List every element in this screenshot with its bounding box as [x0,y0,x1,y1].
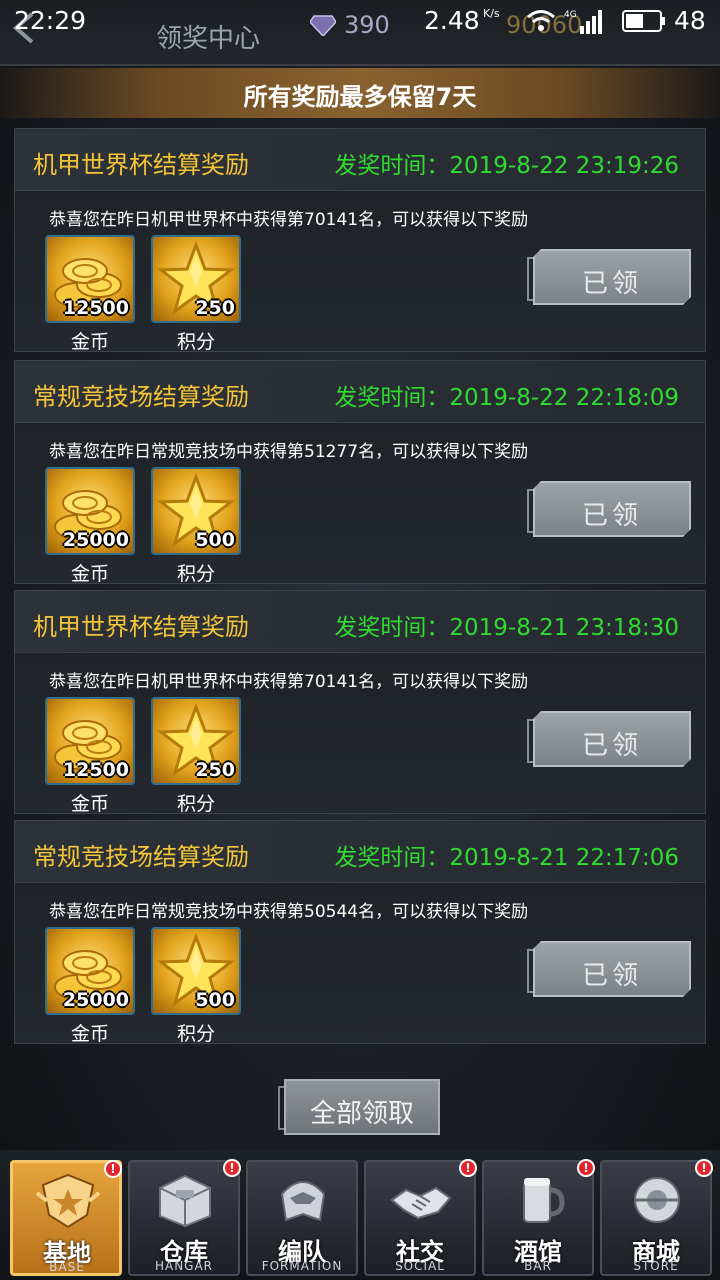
reward-item[interactable]: 500 [151,927,241,1015]
button-bracket [527,257,533,301]
bar-mug-icon [506,1170,572,1230]
nav-tab-bar[interactable]: 酒馆 BAR! [482,1159,595,1276]
item-quantity: 25000 [62,989,129,1011]
claimed-button[interactable]: 已领 [533,711,691,767]
item-name: 积分 [176,563,215,585]
item-name: 金币 [70,331,109,353]
reward-description: 恭喜您在昨日机甲世界杯中获得第70141名，可以获得以下奖励 [49,672,529,692]
alert-badge: ! [695,1159,713,1177]
item-name: 积分 [176,793,215,815]
alert-badge: ! [459,1159,477,1177]
reward-card: 机甲世界杯结算奖励 发奖时间：2019-8-22 23:19:26 恭喜您在昨日机甲… [14,128,706,353]
reward-item[interactable]: 12500 [45,235,135,323]
alert-badge: ! [104,1160,122,1178]
claimed-label: 已领 [581,269,642,299]
button-bracket [527,489,533,533]
nav-tab-base[interactable]: 基地 BASE! [10,1160,122,1276]
nav-tab-formation[interactable]: 编队 FORMATION [246,1160,358,1276]
reward-item[interactable]: 250 [151,235,241,323]
reward-card: 机甲世界杯结算奖励 发奖时间：2019-8-21 23:18:30 恭喜您在昨日机甲… [14,590,706,815]
item-quantity: 12500 [62,297,129,319]
reward-card: 常规竞技场结算奖励 发奖时间：2019-8-21 22:17:06 恭喜您在昨日常规… [14,820,706,1045]
gem-count: 390 [344,11,390,39]
battery-icon [622,10,665,32]
net-speed: 2.48 [424,6,480,35]
notice-banner: 所有奖励最多保留7天 [0,68,720,118]
signal-icon: 4G [564,10,602,34]
nav-tab-social[interactable]: 社交 SOCIAL! [364,1159,477,1276]
store-orb-icon [624,1170,690,1230]
reward-card: 常规竞技场结算奖励 发奖时间：2019-8-22 22:18:09 恭喜您在昨日常规… [14,360,706,585]
item-name: 金币 [70,563,109,585]
bottom-nav: 基地 BASE! 仓库 HANGAR! 编队 FORMATION 社交 SOCIAL! 酒馆 BA… [0,1150,720,1280]
claimed-label: 已领 [581,501,642,531]
claimed-button[interactable]: 已领 [533,249,691,305]
nav-tab-store[interactable]: 商城 STORE! [600,1159,713,1276]
reward-time: 发奖时间：2019-8-21 23:18:30 [334,615,679,641]
hangar-icon [152,1170,218,1230]
reward-item[interactable]: 25000 [45,927,135,1015]
reward-description: 恭喜您在昨日常规竞技场中获得第51277名，可以获得以下奖励 [49,442,529,462]
wifi-icon [527,10,555,31]
claimed-button[interactable]: 已领 [533,481,691,537]
alert-badge: ! [577,1159,595,1177]
item-quantity: 500 [195,989,235,1011]
nav-sublabel: SOCIAL [395,1259,445,1273]
handshake-icon [388,1170,454,1230]
nav-sublabel: FORMATION [261,1259,343,1273]
reward-item[interactable]: 12500 [45,697,135,785]
item-name: 积分 [176,1023,215,1045]
card-header: 机甲世界杯结算奖励 发奖时间：2019-8-22 23:19:26 [15,129,705,191]
reward-item[interactable]: 25000 [45,467,135,555]
reward-title: 机甲世界杯结算奖励 [33,613,249,641]
page-title: 领奖中心 [156,24,261,54]
card-header: 机甲世界杯结算奖励 发奖时间：2019-8-21 23:18:30 [15,591,705,653]
net-speed-unit: K/s [483,7,500,20]
reward-time: 发奖时间：2019-8-22 23:19:26 [334,153,679,179]
reward-item[interactable]: 500 [151,467,241,555]
reward-title: 常规竞技场结算奖励 [33,843,249,871]
item-quantity: 500 [195,529,235,551]
claim-all-label: 全部领取 [309,1099,414,1129]
card-header: 常规竞技场结算奖励 发奖时间：2019-8-22 22:18:09 [15,361,705,423]
claimed-button[interactable]: 已领 [533,941,691,997]
item-name: 金币 [70,793,109,815]
reward-time: 发奖时间：2019-8-22 22:18:09 [334,385,679,411]
item-quantity: 25000 [62,529,129,551]
button-bracket [527,949,533,993]
card-header: 常规竞技场结算奖励 发奖时间：2019-8-21 22:17:06 [15,821,705,883]
nav-sublabel: BAR [524,1259,552,1273]
item-quantity: 250 [195,759,235,781]
item-name: 积分 [176,331,215,353]
item-name: 金币 [70,1023,109,1045]
reward-description: 恭喜您在昨日机甲世界杯中获得第70141名，可以获得以下奖励 [49,210,529,230]
top-bar: 22:29 领奖中心 390 90060 2.48 K/s 4G 48 [0,0,720,66]
reward-time: 发奖时间：2019-8-21 22:17:06 [334,845,679,871]
gem-icon [310,15,336,36]
reward-title: 常规竞技场结算奖励 [33,383,249,411]
status-time: 22:29 [14,6,87,35]
nav-sublabel: STORE [633,1259,679,1273]
nav-sublabel: HANGAR [154,1259,214,1273]
base-emblem-icon [35,1171,101,1231]
item-quantity: 12500 [62,759,129,781]
battery-level: 48 [674,6,706,35]
mech-helmet-icon [270,1170,336,1230]
nav-tab-hangar[interactable]: 仓库 HANGAR! [128,1159,241,1276]
claimed-label: 已领 [581,731,642,761]
notice-text: 所有奖励最多保留7天 [243,83,477,111]
nav-sublabel: BASE [49,1260,85,1274]
signal-type-label: 4G [564,10,577,20]
reward-title: 机甲世界杯结算奖励 [33,151,249,179]
reward-description: 恭喜您在昨日常规竞技场中获得第50544名，可以获得以下奖励 [49,902,529,922]
claimed-label: 已领 [581,961,642,991]
alert-badge: ! [223,1159,241,1177]
reward-item[interactable]: 250 [151,697,241,785]
button-bracket [527,719,533,763]
item-quantity: 250 [195,297,235,319]
claim-all-button[interactable]: 全部领取 [284,1079,440,1135]
